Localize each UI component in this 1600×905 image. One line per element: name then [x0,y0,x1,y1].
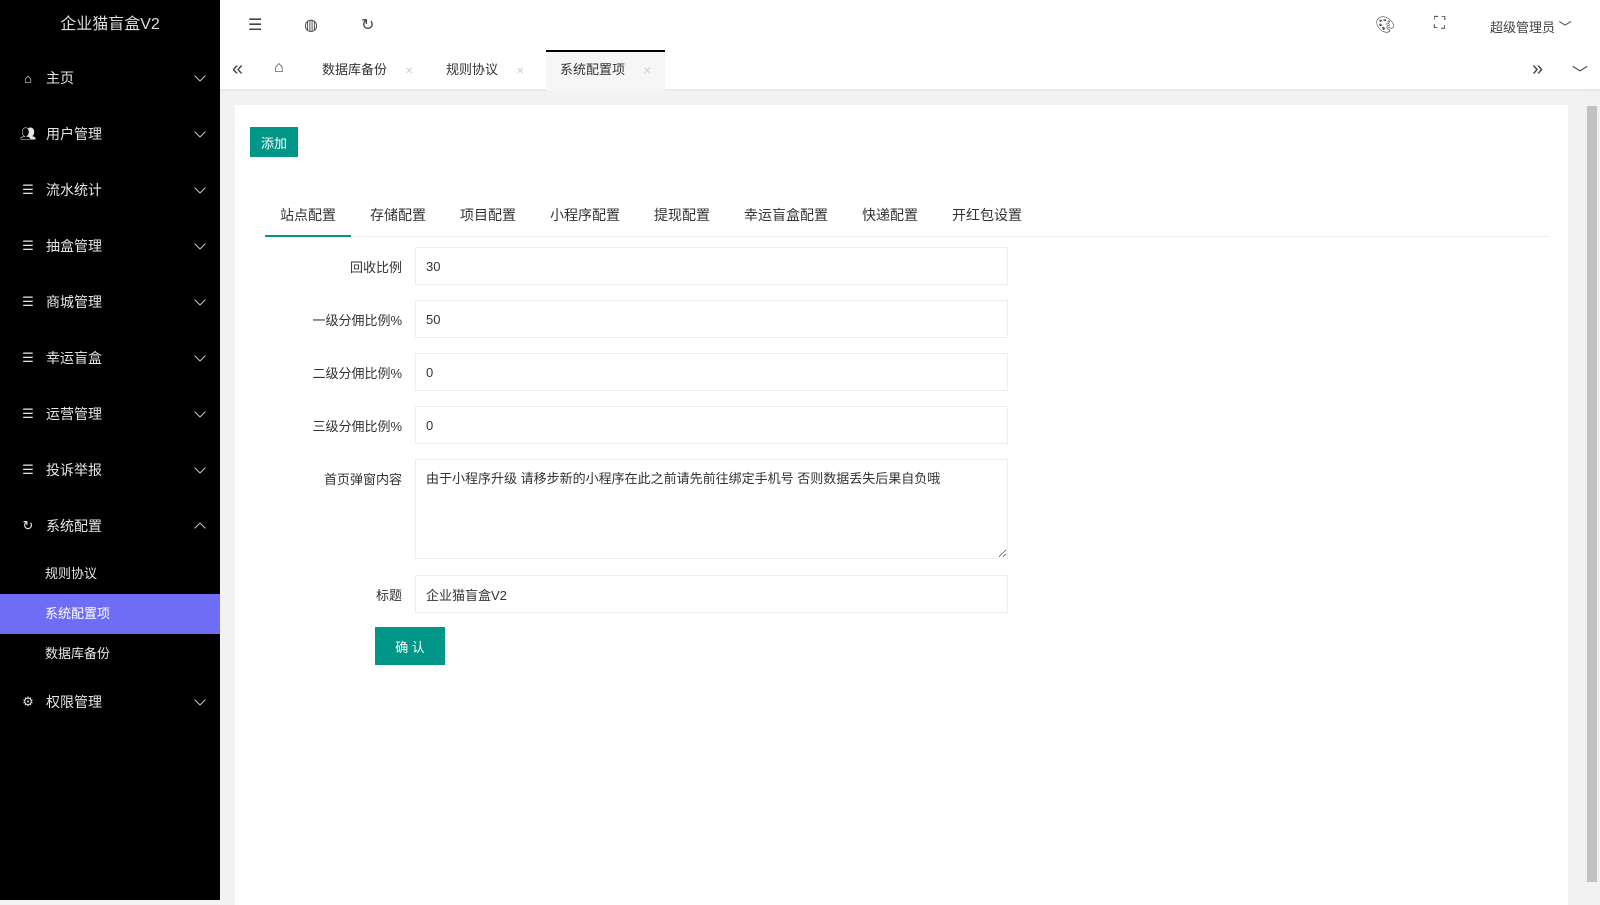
title-input[interactable] [415,575,1008,613]
chevron-down-icon [194,126,205,137]
menu-label: 主页 [46,68,74,88]
field-label: 三级分佣比例% [235,416,402,435]
menu-system[interactable]: ↻ 系统配置 [0,498,220,554]
header: ☰ ◍ ↻ 🎨︎ ⛶ 超级管理员 ﹀ [220,0,1600,50]
logo: 企业猫盲盒V2 [0,0,220,50]
menu-label: 幸运盲盒 [46,348,102,368]
close-icon[interactable]: ✕ [516,66,524,77]
tab-express[interactable]: 快递配置 [847,195,933,237]
tab-rules[interactable]: 规则协议 ✕ [432,50,538,91]
chevron-down-icon [194,238,205,249]
field-label: 标题 [235,585,402,604]
menu-label: 流水统计 [46,180,102,200]
menu-label: 系统配置 [46,516,102,536]
theme-icon[interactable]: 🎨︎ [1375,15,1395,35]
tab-miniprogram[interactable]: 小程序配置 [535,195,635,237]
submenu-system-config[interactable]: 系统配置项 [0,594,220,634]
chevron-down-icon [194,350,205,361]
menu-label: 投诉举报 [46,460,102,480]
menu-toggle-icon[interactable]: ☰ [248,15,262,35]
menu-label: 运营管理 [46,404,102,424]
menu-flow[interactable]: ☰ 流水统计 [0,162,220,218]
menu-home[interactable]: ⌂ 主页 [0,50,220,106]
field-label: 回收比例 [235,257,402,276]
scroll-left-icon[interactable]: « [232,58,243,81]
menu-label: 用户管理 [46,124,102,144]
close-icon[interactable]: ✕ [643,66,651,77]
close-icon[interactable]: ✕ [405,66,413,77]
menu-label: 权限管理 [46,692,102,712]
chevron-down-icon[interactable]: ﹀ [1572,60,1588,84]
field-label: 一级分佣比例% [235,310,402,329]
list-icon: ☰ [20,238,36,254]
tab-site[interactable]: 站点配置 [265,195,351,237]
home-icon: ⌂ [20,71,36,86]
sidebar: 企业猫盲盒V2 ⌂ 主页 👥︎ 用户管理 ☰ 流水统计 ☰ 抽盒管理 ☰ 商城管理 ☰ 幸运… [0,0,220,900]
tab-red-packet[interactable]: 开红包设置 [937,195,1037,237]
tab-lucky-box[interactable]: 幸运盲盒配置 [729,195,843,237]
popup-content-textarea[interactable]: 由于小程序升级 请移步新的小程序在此之前请先前往绑定手机号 否则数据丢失后果自负… [415,459,1008,559]
tab-withdraw[interactable]: 提现配置 [639,195,725,237]
tab-storage[interactable]: 存储配置 [355,195,441,237]
menu-ops[interactable]: ☰ 运营管理 [0,386,220,442]
menu-label: 抽盒管理 [46,236,102,256]
list-icon: ☰ [20,350,36,366]
settings-icon: ↻ [20,518,36,534]
home-tab-icon[interactable]: ⌂ [274,59,284,77]
level1-commission-input[interactable] [415,300,1008,338]
menu-box[interactable]: ☰ 抽盒管理 [0,218,220,274]
level2-commission-input[interactable] [415,353,1008,391]
tab-label: 系统配置项 [560,62,625,77]
globe-icon[interactable]: ◍ [304,15,318,35]
chevron-down-icon [194,182,205,193]
scroll-right-icon[interactable]: » [1532,58,1543,81]
menu-lucky[interactable]: ☰ 幸运盲盒 [0,330,220,386]
tab-label: 数据库备份 [322,62,387,77]
page-tabs: « ⌂ 数据库备份 ✕ 规则协议 ✕ 系统配置项 ✕ » ﹀ [220,50,1600,91]
submenu-rules[interactable]: 规则协议 [0,554,220,594]
chevron-down-icon [194,70,205,81]
list-icon: ☰ [20,182,36,198]
chevron-down-icon [194,294,205,305]
tab-project[interactable]: 项目配置 [445,195,531,237]
refresh-icon[interactable]: ↻ [361,15,374,35]
menu-label: 商城管理 [46,292,102,312]
menu-complaint[interactable]: ☰ 投诉举报 [0,442,220,498]
tab-label: 规则协议 [446,62,498,77]
list-icon: ☰ [20,406,36,422]
submenu-db-backup[interactable]: 数据库备份 [0,634,220,674]
gear-icon: ⚙ [20,694,36,710]
scrollbar-thumb[interactable] [1587,106,1597,882]
menu-permissions[interactable]: ⚙ 权限管理 [0,674,220,730]
chevron-up-icon [194,522,205,533]
level3-commission-input[interactable] [415,406,1008,444]
chevron-down-icon [194,406,205,417]
confirm-button[interactable]: 确 认 [375,627,445,665]
add-button[interactable]: 添加 [250,127,298,157]
chevron-down-icon [194,462,205,473]
content-card: 添加 站点配置 存储配置 项目配置 小程序配置 提现配置 幸运盲盒配置 快递配置… [235,105,1568,905]
field-label: 二级分佣比例% [235,363,402,382]
users-icon: 👥︎ [20,126,36,142]
chevron-down-icon [194,694,205,705]
list-icon: ☰ [20,462,36,478]
user-menu[interactable]: 超级管理员 ﹀ [1490,17,1572,36]
user-name: 超级管理员 [1490,20,1555,35]
list-icon: ☰ [20,294,36,310]
tab-system-config[interactable]: 系统配置项 ✕ [546,50,665,91]
scrollbar[interactable] [1584,92,1600,900]
menu-shop[interactable]: ☰ 商城管理 [0,274,220,330]
fullscreen-icon[interactable]: ⛶ [1434,15,1445,33]
config-tabs: 站点配置 存储配置 项目配置 小程序配置 提现配置 幸运盲盒配置 快递配置 开红… [265,195,1548,237]
tab-db-backup[interactable]: 数据库备份 ✕ [308,50,427,91]
menu-users[interactable]: 👥︎ 用户管理 [0,106,220,162]
recycle-ratio-input[interactable] [415,247,1008,285]
field-label: 首页弹窗内容 [235,469,402,488]
